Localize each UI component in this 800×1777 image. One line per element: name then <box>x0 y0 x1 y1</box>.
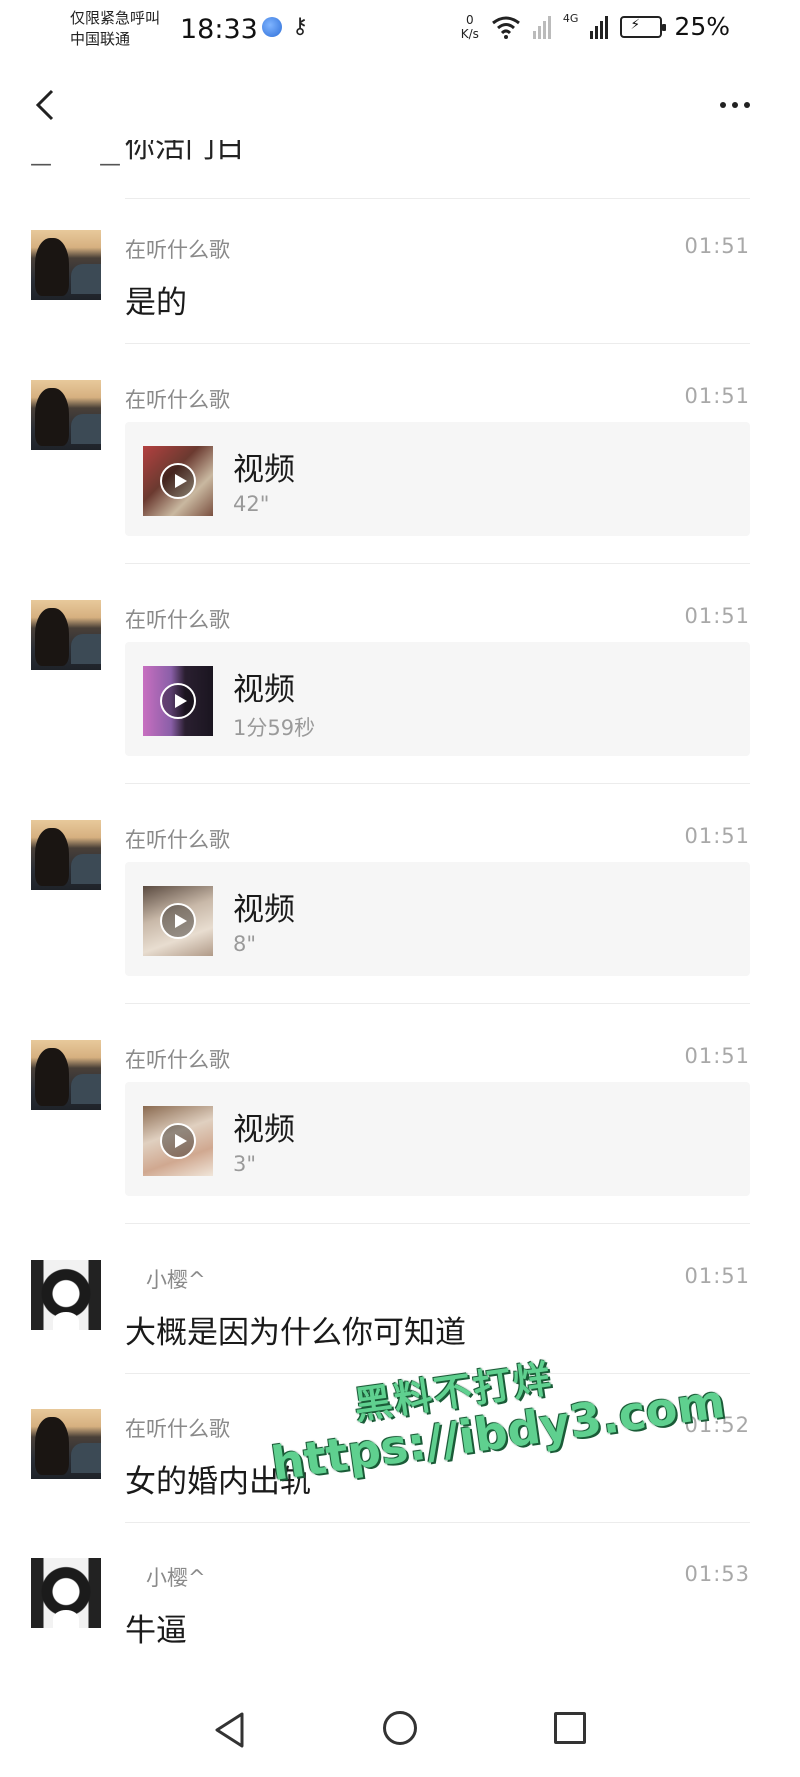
message-text: 大概是因为什么你可知道 <box>125 1315 466 1351</box>
message-time: 01:51 <box>684 1044 750 1068</box>
partial-text: 你活门日 <box>125 140 245 165</box>
avatar[interactable] <box>31 380 101 450</box>
sender-name: 在听什么歌 <box>125 1417 230 1441</box>
carrier-line-2: 中国联通 <box>70 30 131 48</box>
divider <box>125 1522 750 1523</box>
divider <box>125 343 750 344</box>
play-icon[interactable] <box>160 1123 196 1159</box>
video-card[interactable]: 视频 8" <box>125 862 750 976</box>
video-thumbnail[interactable] <box>143 446 213 516</box>
chat-header <box>0 70 800 140</box>
sender-name: 在听什么歌 <box>125 828 230 852</box>
carrier-line-1: 仅限紧急呼叫 <box>70 9 161 27</box>
video-thumbnail[interactable] <box>143 1106 213 1176</box>
watermark: 黑料不打烊 https://ibdy3.com <box>260 1322 728 1529</box>
carrier-info: 仅限紧急呼叫 中国联通 <box>70 8 160 50</box>
divider <box>125 783 750 784</box>
play-icon[interactable] <box>160 683 196 719</box>
sender-name: 在听什么歌 <box>125 238 230 262</box>
signal-1-icon <box>532 15 551 39</box>
avatar[interactable] <box>31 230 101 300</box>
message-time: 01:51 <box>684 824 750 848</box>
message-time: 01:51 <box>684 234 750 258</box>
sender-name: 在听什么歌 <box>125 1048 230 1072</box>
avatar[interactable] <box>31 1558 101 1628</box>
key-icon: ⚷ <box>292 14 309 39</box>
globe-icon <box>262 17 282 37</box>
play-icon[interactable] <box>160 463 196 499</box>
sender-name: 小樱^ <box>146 1566 206 1590</box>
battery-icon: ⚡ <box>620 15 667 38</box>
divider <box>125 198 750 199</box>
video-card[interactable]: 视频 3" <box>125 1082 750 1196</box>
circle-home-icon[interactable] <box>383 1711 417 1745</box>
sender-name: 在听什么歌 <box>125 388 230 412</box>
avatar[interactable] <box>31 1260 101 1330</box>
avatar[interactable] <box>31 1409 101 1479</box>
divider <box>125 1223 750 1224</box>
video-title: 视频 <box>233 1112 295 1148</box>
message-time: 01:51 <box>684 384 750 408</box>
triangle-back-icon[interactable] <box>212 1710 246 1750</box>
video-title: 视频 <box>233 672 295 708</box>
message-text: 是的 <box>125 285 187 321</box>
video-title: 视频 <box>233 452 295 488</box>
battery-percent: 25% <box>674 12 730 41</box>
video-duration: 1分59秒 <box>233 716 316 740</box>
net-speed-value: 0 <box>465 12 474 27</box>
avatar[interactable] <box>31 820 101 890</box>
sender-name: 小樱^ <box>146 1268 206 1292</box>
avatar[interactable] <box>31 1040 101 1110</box>
message-time: 01:51 <box>684 604 750 628</box>
message-text: 牛逼 <box>125 1613 187 1649</box>
wifi-icon <box>491 16 520 39</box>
status-time: 18:33 <box>180 14 258 45</box>
message-time: 01:51 <box>684 1264 750 1288</box>
chevron-left-icon[interactable] <box>30 88 60 122</box>
more-dots-icon[interactable] <box>720 102 750 108</box>
video-duration: 8" <box>233 932 257 956</box>
video-card[interactable]: 视频 1分59秒 <box>125 642 750 756</box>
video-duration: 42" <box>233 492 270 516</box>
partial-message-text: 你活门日 <box>125 140 425 168</box>
signal-2-icon <box>590 15 609 39</box>
video-title: 视频 <box>233 892 295 928</box>
sender-name: 在听什么歌 <box>125 608 230 632</box>
message-time: 01:53 <box>684 1562 750 1586</box>
status-bar: 仅限紧急呼叫 中国联通 18:33 ⚷ 0 K/s 4G ⚡ 25% <box>0 0 800 60</box>
system-nav-bar <box>0 1690 800 1777</box>
square-recents-icon[interactable] <box>554 1712 586 1744</box>
video-thumbnail[interactable] <box>143 666 213 736</box>
video-thumbnail[interactable] <box>143 886 213 956</box>
net-speed-unit: K/s <box>460 26 479 41</box>
divider <box>125 563 750 564</box>
video-card[interactable]: 视频 42" <box>125 422 750 536</box>
avatar[interactable] <box>31 600 101 670</box>
network-type: 4G <box>562 12 579 25</box>
video-duration: 3" <box>233 1152 257 1176</box>
net-speed: 0 K/s <box>461 13 479 41</box>
play-icon[interactable] <box>160 903 196 939</box>
divider <box>125 1003 750 1004</box>
